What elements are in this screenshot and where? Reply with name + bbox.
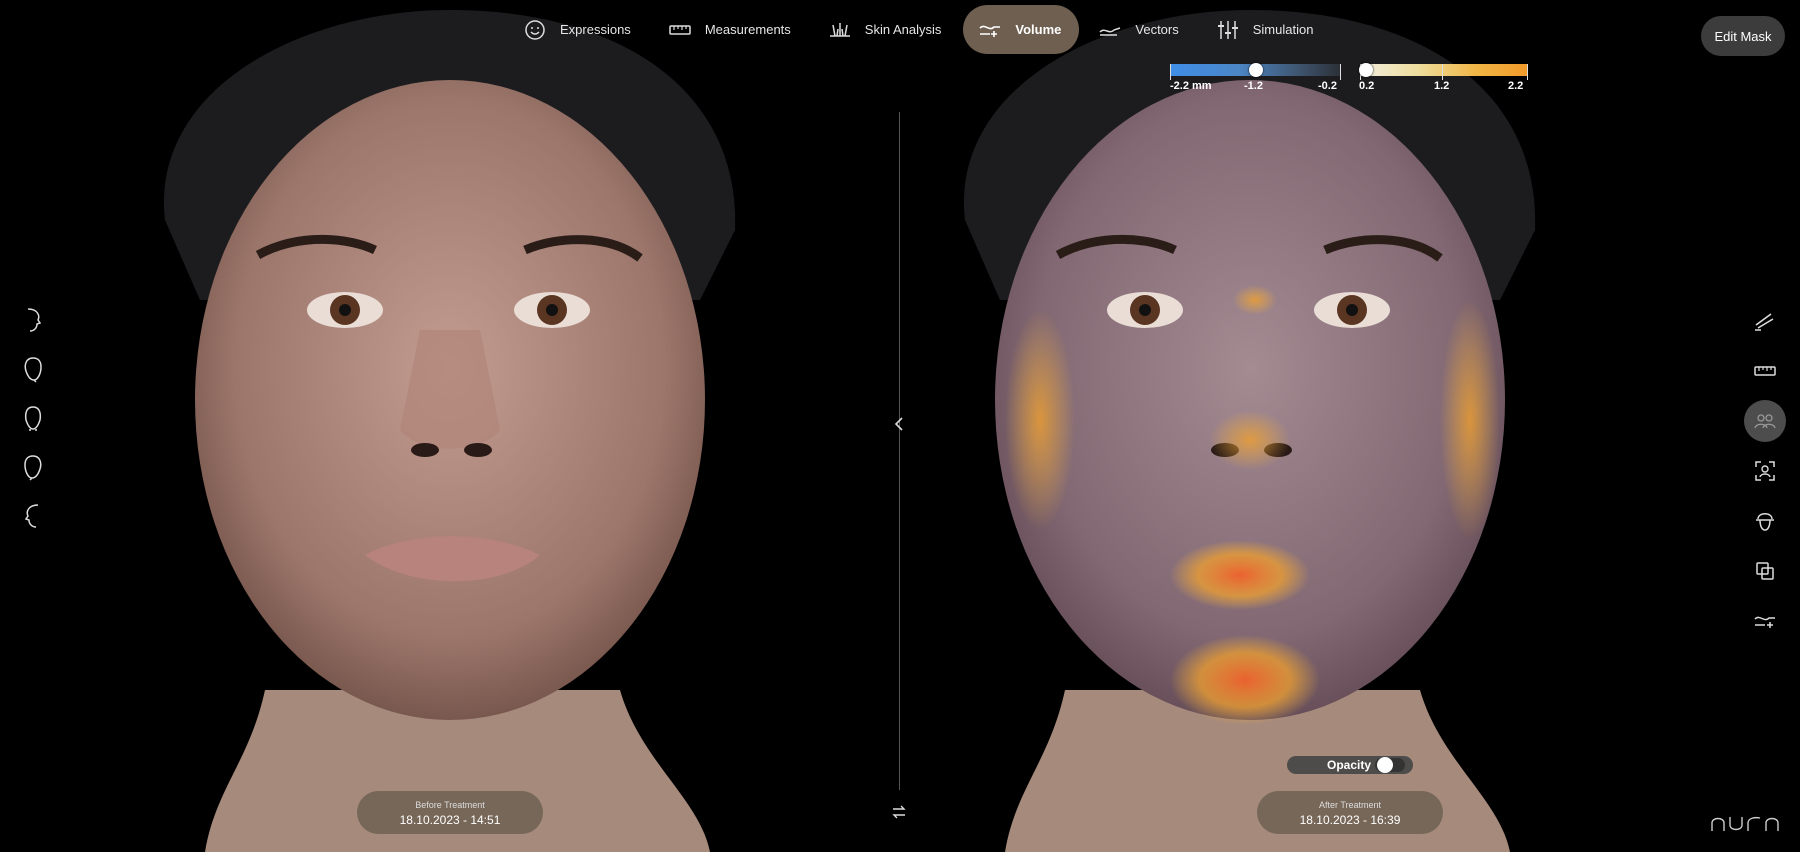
before-date: 18.10.2023 - 14:51 bbox=[399, 813, 501, 827]
split-divider[interactable] bbox=[899, 112, 900, 790]
nav-item-label: Measurements bbox=[704, 22, 791, 37]
scale-label-pos-mid: 1.2 bbox=[1434, 80, 1450, 92]
nav-item-simulation[interactable]: Simulation bbox=[1201, 5, 1332, 54]
after-treatment-label[interactable]: After Treatment 18.10.2023 - 16:39 bbox=[1257, 791, 1443, 834]
chevron-left-icon bbox=[894, 417, 903, 431]
oblique-right-icon bbox=[24, 357, 42, 383]
nav-item-measurements[interactable]: Measurements bbox=[653, 5, 809, 54]
face-scan-icon bbox=[1755, 461, 1775, 481]
nav-item-vectors[interactable]: Vectors bbox=[1083, 5, 1196, 54]
head-view-icon bbox=[1756, 513, 1774, 531]
oblique-left-icon bbox=[24, 455, 42, 481]
volume-tool-button[interactable] bbox=[1744, 600, 1786, 642]
top-navigation: Expressions Measurements Skin Analysis V… bbox=[508, 5, 1331, 54]
nav-item-label: Volume bbox=[1015, 22, 1062, 37]
profile-left-icon bbox=[24, 504, 39, 528]
opacity-label: Opacity bbox=[1327, 758, 1372, 772]
nav-item-label: Skin Analysis bbox=[864, 22, 942, 37]
scale-label-neg-mid: -1.2 bbox=[1244, 80, 1263, 92]
nav-item-label: Expressions bbox=[560, 22, 631, 37]
opacity-toggle[interactable] bbox=[1375, 757, 1405, 773]
analysis-toolbar bbox=[1744, 300, 1786, 642]
opacity-control: Opacity bbox=[1287, 756, 1413, 774]
nav-item-skin-analysis[interactable]: Skin Analysis bbox=[813, 5, 960, 54]
brush-icon bbox=[1755, 313, 1774, 331]
before-treatment-label[interactable]: Before Treatment 18.10.2023 - 14:51 bbox=[357, 791, 543, 834]
volume-tool-icon bbox=[1754, 616, 1775, 628]
nav-item-label: Simulation bbox=[1252, 22, 1314, 37]
scale-label-pos-min: 0.2 bbox=[1359, 80, 1375, 92]
before-face-image bbox=[163, 10, 736, 852]
copy-icon bbox=[1756, 562, 1774, 580]
nav-item-volume[interactable]: Volume bbox=[963, 5, 1080, 54]
scale-tick bbox=[1442, 64, 1443, 80]
head-view-button[interactable] bbox=[1744, 500, 1786, 542]
ruler-tool-icon bbox=[1754, 366, 1776, 376]
aura-logo bbox=[1711, 816, 1779, 831]
smiley-icon bbox=[525, 19, 545, 40]
front-face-icon bbox=[24, 406, 42, 431]
sliders-icon bbox=[1217, 20, 1238, 39]
view-front-button[interactable] bbox=[18, 400, 48, 436]
compare-faces-button[interactable] bbox=[1744, 400, 1786, 442]
volume-color-legend: -2.2 mm -1.2 -0.2 0.2 1.2 2.2 bbox=[1168, 62, 1530, 98]
after-caption: After Treatment bbox=[1318, 800, 1382, 810]
scale-tick bbox=[1527, 64, 1528, 80]
after-face-heatmap-image bbox=[963, 10, 1536, 852]
swap-arrows-icon bbox=[892, 805, 906, 819]
nav-item-label: Vectors bbox=[1135, 22, 1179, 37]
scale-label-neg-min: -2.2 mm bbox=[1170, 80, 1212, 92]
scale-tick bbox=[1170, 64, 1171, 80]
scale-tick bbox=[1340, 64, 1341, 80]
view-oblique-left-button[interactable] bbox=[18, 449, 48, 485]
edit-mask-button[interactable]: Edit Mask bbox=[1701, 16, 1785, 56]
swap-views-button[interactable] bbox=[888, 800, 910, 824]
negative-threshold-handle[interactable] bbox=[1248, 63, 1263, 77]
scale-label-pos-max: 2.2 bbox=[1508, 80, 1524, 92]
before-face-view[interactable] bbox=[0, 0, 900, 852]
skin-analysis-icon bbox=[829, 22, 850, 37]
ruler-icon bbox=[669, 24, 691, 35]
positive-scale-bar bbox=[1360, 64, 1528, 76]
brush-tool-button[interactable] bbox=[1744, 300, 1786, 342]
profile-right-icon bbox=[27, 308, 42, 332]
view-angle-toolbar bbox=[18, 302, 48, 534]
positive-threshold-handle[interactable] bbox=[1359, 63, 1373, 77]
vectors-icon bbox=[1099, 26, 1121, 36]
view-profile-right-button[interactable] bbox=[18, 302, 48, 338]
after-face-view[interactable] bbox=[900, 0, 1800, 852]
collapse-panel-button[interactable] bbox=[888, 412, 910, 436]
nav-item-expressions[interactable]: Expressions bbox=[508, 5, 649, 54]
view-profile-left-button[interactable] bbox=[18, 498, 48, 534]
after-date: 18.10.2023 - 16:39 bbox=[1299, 813, 1401, 827]
scale-label-neg-max: -0.2 bbox=[1318, 80, 1337, 92]
volume-icon bbox=[979, 25, 1001, 37]
view-oblique-right-button[interactable] bbox=[18, 351, 48, 387]
before-caption: Before Treatment bbox=[415, 800, 485, 810]
compare-faces-icon bbox=[1754, 414, 1776, 429]
copy-button[interactable] bbox=[1744, 550, 1786, 592]
face-scan-button[interactable] bbox=[1744, 450, 1786, 492]
ruler-tool-button[interactable] bbox=[1744, 350, 1786, 392]
